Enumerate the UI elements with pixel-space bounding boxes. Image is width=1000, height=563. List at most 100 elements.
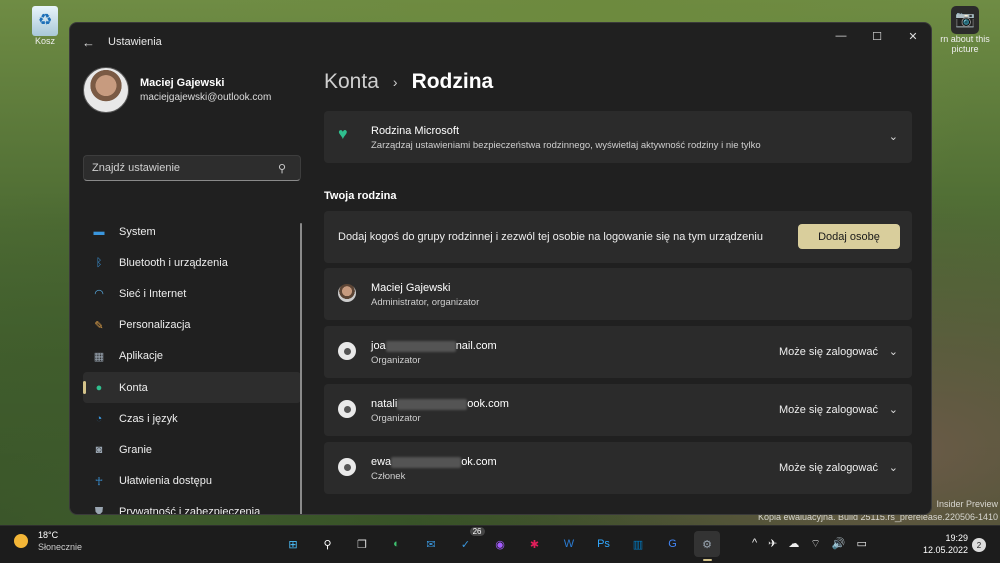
monitor-icon: ▬: [93, 225, 105, 238]
weather-widget[interactable]: 18°C Słonecznie: [14, 530, 82, 552]
camera-icon: 📷: [951, 6, 979, 34]
breadcrumb-parent[interactable]: Konta: [324, 70, 379, 94]
telegram-icon[interactable]: ✈: [768, 537, 777, 551]
add-person-button[interactable]: Dodaj osobę: [798, 224, 900, 249]
main-content: Konta › Rodzina ♥ Rodzina Microsoft Zarz…: [324, 61, 912, 514]
mail-icon[interactable]: ✉: [418, 531, 444, 557]
member-name-prefix: natali: [371, 398, 398, 410]
task-view-icon[interactable]: ❐: [349, 531, 375, 557]
sidebar-item-9[interactable]: ☥ Ułatwienia dostępu: [83, 466, 301, 497]
user-profile[interactable]: Maciej Gajewski maciejgajewski@outlook.c…: [70, 61, 315, 119]
clock[interactable]: 19:29 12.05.2022: [918, 533, 968, 555]
family-member-row[interactable]: joa nail.com Organizator Może się zalogować…: [324, 326, 912, 378]
sidebar-item-4[interactable]: ✎ Personalizacja: [83, 310, 301, 341]
search-placeholder: Znajdź ustawienie: [92, 162, 181, 174]
chevron-down-icon[interactable]: ⌄: [889, 345, 898, 358]
sidebar-item-label: Prywatność i zabezpieczenia: [119, 506, 261, 515]
shield-icon: ⛊: [94, 505, 104, 515]
sidebar-item-5[interactable]: ▦ Aplikacje: [83, 341, 301, 372]
sidebar-item-label: Ułatwienia dostępu: [119, 475, 212, 488]
sidebar-item-8[interactable]: ◙ Granie: [83, 434, 301, 465]
edge-canary-icon[interactable]: ◐: [384, 531, 410, 557]
photoshop-icon[interactable]: Ps: [591, 531, 617, 557]
person-icon: [338, 400, 356, 418]
family-member-row[interactable]: natali ook.com Organizator Może się zalogow…: [324, 384, 912, 436]
profile-name: Maciej Gajewski: [140, 77, 225, 89]
window-title: Ustawienia: [108, 36, 162, 48]
brush-icon: ✎: [94, 319, 104, 332]
add-person-text: Dodaj kogoś do grupy rodzinnej i zezwól …: [338, 231, 763, 243]
sidebar-item-2[interactable]: ᛒ Bluetooth i urządzenia: [83, 247, 301, 278]
sidebar-scrollbar[interactable]: [300, 223, 302, 514]
learn-about-picture-icon[interactable]: 📷 rn about this picture: [930, 6, 1000, 54]
chevron-down-icon[interactable]: ⌄: [889, 461, 898, 474]
member-status[interactable]: Może się zalogować: [779, 346, 878, 358]
nav-list: ▬ System ᛒ Bluetooth i urządzenia ◠ Sieć i In…: [83, 216, 301, 515]
settings-window: ← Ustawienia — ☐ ✕ Maciej Gajewski macie…: [69, 22, 932, 515]
avatar: [83, 67, 129, 113]
your-family-heading: Twoja rodzina: [324, 190, 397, 202]
messenger-icon[interactable]: ◉: [487, 531, 513, 557]
wifi-icon[interactable]: ⌔: [810, 537, 820, 551]
sidebar-item-label: Personalizacja: [119, 319, 191, 332]
learn-about-picture-label-2: picture: [951, 44, 979, 54]
clock-time: 19:29: [945, 533, 968, 543]
member-role: Organizator: [371, 355, 421, 366]
insider-watermark: Insider Preview: [936, 499, 998, 509]
start-icon[interactable]: ⊞: [280, 531, 306, 557]
member-status[interactable]: Może się zalogować: [779, 404, 878, 416]
breadcrumb: Konta › Rodzina: [324, 70, 493, 94]
sidebar-item-10[interactable]: ⛊ Prywatność i zabezpieczenia: [83, 497, 301, 515]
chevron-down-icon[interactable]: ⌄: [889, 130, 898, 143]
volume-icon[interactable]: 🔊: [832, 537, 846, 551]
member-name-prefix: joa: [371, 340, 386, 352]
member-name-suffix: ok.com: [461, 456, 497, 468]
recycle-bin-icon[interactable]: ♻ Kosz: [28, 6, 62, 46]
accessibility-icon: ☥: [94, 475, 104, 488]
member-role: Członek: [371, 471, 406, 482]
settings-icon[interactable]: ⚙: [694, 531, 720, 561]
microsoft-family-title: Rodzina Microsoft: [371, 125, 460, 137]
sidebar-item-7[interactable]: ◔ Czas i język: [83, 403, 301, 434]
sidebar-item-1[interactable]: ▬ System: [83, 216, 301, 247]
profile-email: maciejgajewski@outlook.com: [140, 92, 272, 103]
search-icon: ⚲: [278, 162, 287, 175]
recycle-icon: ♻: [32, 6, 58, 36]
chevron-down-icon[interactable]: ⌄: [889, 403, 898, 416]
taskbar-apps: ⊞ ⚲ ❐ ◐ ✉ ✓ 26 ◉ ✱ W Ps ▥ G ⚙: [280, 527, 729, 561]
translate-icon[interactable]: G: [660, 531, 686, 557]
onedrive-icon[interactable]: ☁: [788, 537, 799, 551]
family-heart-icon: ♥: [338, 126, 348, 143]
globe-clock-icon: ◔: [95, 412, 103, 425]
breadcrumb-separator: ›: [392, 74, 398, 90]
window-controls: — ☐ ✕: [823, 23, 931, 48]
microsoft-family-card[interactable]: ♥ Rodzina Microsoft Zarządzaj ustawienia…: [324, 111, 912, 163]
app-badge: 26: [469, 527, 485, 536]
sidebar-item-6[interactable]: ● Konta: [83, 371, 301, 404]
member-status[interactable]: Może się zalogować: [779, 462, 878, 474]
sidebar-item-3[interactable]: ◠ Sieć i Internet: [83, 278, 301, 309]
apps-icon: ▦: [93, 350, 105, 363]
sidebar-item-label: Czas i język: [119, 412, 178, 425]
family-member-row[interactable]: Maciej Gajewski Administrator, organizato…: [324, 268, 912, 320]
recycle-bin-label: Kosz: [34, 36, 55, 46]
show-hidden-icons-icon[interactable]: ^: [752, 537, 757, 551]
member-photo-avatar: [338, 284, 356, 302]
sun-icon: [14, 534, 28, 548]
person-icon: ●: [95, 381, 103, 394]
minimize-button[interactable]: —: [823, 24, 859, 48]
todo-icon[interactable]: ✓ 26: [453, 527, 485, 557]
search-icon[interactable]: ⚲: [315, 531, 341, 557]
trello-icon[interactable]: ▥: [625, 531, 651, 557]
close-button[interactable]: ✕: [895, 24, 931, 48]
back-arrow-icon[interactable]: ←: [82, 35, 98, 50]
maximize-button[interactable]: ☐: [859, 24, 895, 48]
search-input[interactable]: Znajdź ustawienie ⚲: [83, 155, 301, 181]
microsoft-family-description: Zarządzaj ustawieniami bezpieczeństwa ro…: [371, 140, 761, 151]
sidebar-item-label: Konta: [119, 381, 148, 394]
word-icon[interactable]: W: [556, 531, 582, 557]
slack-icon[interactable]: ✱: [522, 531, 548, 557]
notification-badge[interactable]: 2: [972, 538, 986, 552]
family-member-row[interactable]: ewa ok.com Członek Może się zalogować ⌄: [324, 442, 912, 494]
battery-icon[interactable]: ▭: [856, 537, 866, 551]
